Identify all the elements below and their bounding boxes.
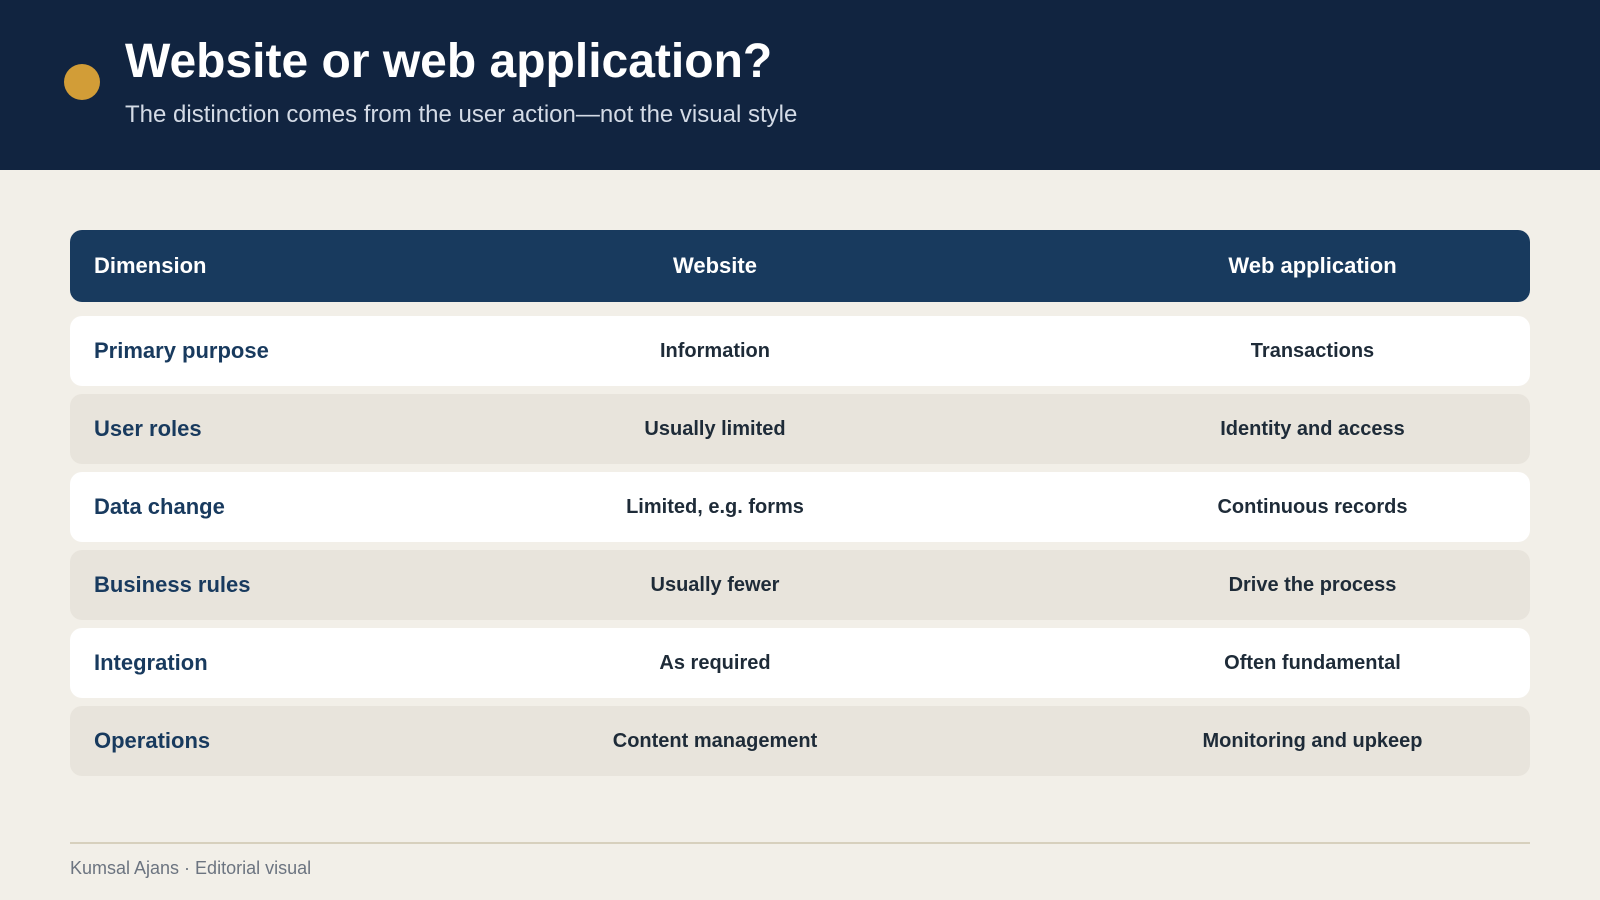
accent-dot-icon	[64, 64, 100, 100]
table-header-row: Dimension Website Web application	[70, 230, 1530, 302]
comparison-table: Dimension Website Web application Primar…	[70, 230, 1530, 784]
table-row: Business rules Usually fewer Drive the p…	[70, 550, 1530, 620]
column-header-dimension: Dimension	[94, 253, 207, 278]
header-band: Website or web application? The distinct…	[0, 0, 1600, 170]
row-webapp-value: Often fundamental	[1224, 651, 1401, 674]
row-dimension: Data change	[94, 494, 225, 519]
column-header-web-application: Web application	[1228, 253, 1397, 278]
table-row: User roles Usually limited Identity and …	[70, 394, 1530, 464]
row-website-value: Usually fewer	[650, 573, 780, 596]
table-row: Operations Content management Monitoring…	[70, 706, 1530, 776]
row-dimension: Integration	[94, 650, 208, 675]
row-website-value: Limited, e.g. forms	[626, 495, 804, 518]
column-header-website: Website	[673, 253, 757, 278]
row-website-value: Information	[660, 339, 770, 362]
row-webapp-value: Continuous records	[1217, 495, 1408, 518]
row-webapp-value: Identity and access	[1220, 417, 1405, 440]
footer-divider	[70, 842, 1530, 844]
page-title: Website or web application?	[125, 35, 773, 88]
table-row: Data change Limited, e.g. forms Continuo…	[70, 472, 1530, 542]
row-website-value: As required	[659, 651, 771, 674]
row-dimension: Operations	[94, 728, 211, 753]
row-dimension: Business rules	[94, 572, 251, 597]
row-webapp-value: Transactions	[1250, 339, 1375, 362]
row-website-value: Usually limited	[644, 417, 786, 440]
row-dimension: User roles	[94, 416, 202, 441]
row-webapp-value: Drive the process	[1228, 573, 1397, 596]
row-webapp-value: Monitoring and upkeep	[1202, 729, 1423, 752]
row-website-value: Content management	[612, 729, 818, 752]
footer-credit: Kumsal Ajans · Editorial visual	[70, 858, 312, 878]
table-row: Primary purpose Information Transactions	[70, 316, 1530, 386]
page-subtitle: The distinction comes from the user acti…	[125, 101, 798, 128]
table-row: Integration As required Often fundamenta…	[70, 628, 1530, 698]
row-dimension: Primary purpose	[94, 338, 269, 363]
